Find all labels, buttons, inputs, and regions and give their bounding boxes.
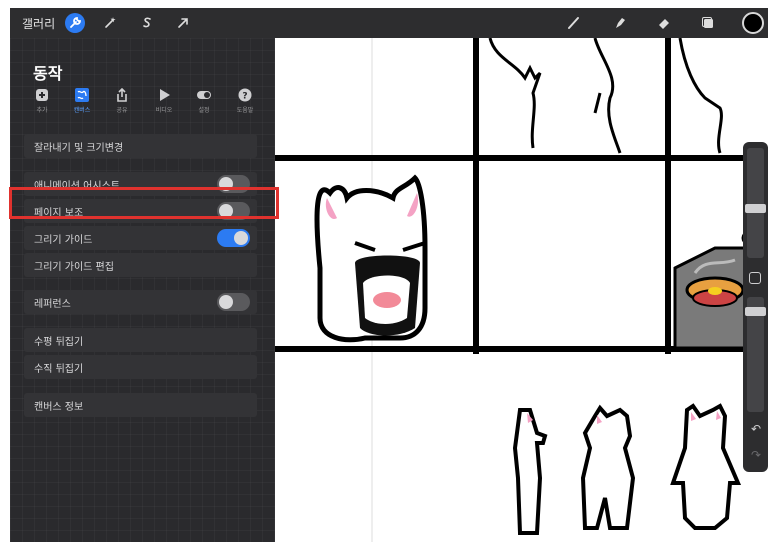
tab-add[interactable]: 추가 bbox=[28, 88, 56, 114]
share-icon bbox=[115, 88, 129, 102]
edit-drawing-guide-label: 그리기 가이드 편집 bbox=[34, 262, 114, 273]
tab-canvas[interactable]: 캔버스 bbox=[68, 88, 96, 114]
reference-item[interactable]: 레퍼런스 bbox=[24, 290, 257, 314]
top-toolbar: 갤러리 bbox=[10, 8, 768, 38]
panel-title: 동작 bbox=[33, 64, 63, 83]
tab-help[interactable]: ? 도움말 bbox=[231, 88, 259, 114]
gallery-button[interactable]: 갤러리 bbox=[22, 15, 55, 32]
wrench-icon[interactable] bbox=[65, 13, 85, 33]
reference-toggle[interactable] bbox=[217, 293, 250, 311]
brush-opacity-thumb[interactable] bbox=[745, 307, 766, 316]
flip-horizontal-item[interactable]: 수평 뒤집기 bbox=[24, 328, 257, 352]
toggle-knob bbox=[219, 295, 233, 309]
drawing-guide-toggle[interactable] bbox=[217, 229, 250, 247]
crop-resize-label: 잘라내기 및 크기변경 bbox=[34, 143, 124, 154]
tab-share-label: 공유 bbox=[116, 107, 128, 114]
selection-icon[interactable] bbox=[137, 13, 157, 33]
transform-icon[interactable] bbox=[173, 13, 193, 33]
magic-wand-icon[interactable] bbox=[100, 13, 120, 33]
tab-video[interactable]: 비디오 bbox=[150, 88, 178, 114]
drawing-canvas[interactable] bbox=[275, 38, 768, 542]
color-picker[interactable] bbox=[742, 12, 764, 34]
help-icon: ? bbox=[238, 88, 252, 102]
svg-text:?: ? bbox=[242, 92, 247, 102]
drawing-guide-label: 그리기 가이드 bbox=[34, 235, 93, 246]
brush-size-slider[interactable] bbox=[747, 148, 764, 258]
flip-vertical-label: 수직 뒤집기 bbox=[34, 364, 84, 375]
drawing-guide-highlight-box bbox=[9, 187, 279, 219]
eraser-icon[interactable] bbox=[654, 13, 674, 33]
canvas-info-label: 캔버스 정보 bbox=[34, 402, 84, 413]
add-icon bbox=[35, 88, 49, 102]
layers-icon[interactable] bbox=[698, 13, 718, 33]
brush-icon[interactable] bbox=[564, 13, 584, 33]
page-margin-left bbox=[0, 0, 10, 550]
smudge-icon[interactable] bbox=[610, 13, 630, 33]
canvas-icon bbox=[75, 88, 89, 102]
toggle-knob bbox=[234, 231, 248, 245]
undo-icon[interactable]: ↶ bbox=[749, 422, 763, 436]
tab-help-label: 도움말 bbox=[236, 107, 254, 114]
brush-size-thumb[interactable] bbox=[745, 204, 766, 213]
canvas-artwork bbox=[275, 38, 768, 542]
edit-drawing-guide-item[interactable]: 그리기 가이드 편집 bbox=[24, 253, 257, 277]
flip-horizontal-label: 수평 뒤집기 bbox=[34, 337, 84, 348]
canvas-info-item[interactable]: 캔버스 정보 bbox=[24, 393, 257, 417]
flip-vertical-item[interactable]: 수직 뒤집기 bbox=[24, 355, 257, 379]
tab-add-label: 추가 bbox=[36, 107, 48, 114]
settings-toggle-icon bbox=[197, 88, 211, 102]
crop-resize-item[interactable]: 잘라내기 및 크기변경 bbox=[24, 134, 257, 158]
action-tabs: 추가 캔버스 공유 비디오 설정 ? 도움말 bbox=[28, 88, 268, 120]
reference-label: 레퍼런스 bbox=[34, 299, 71, 310]
tab-settings[interactable]: 설정 bbox=[190, 88, 218, 114]
tab-share[interactable]: 공유 bbox=[108, 88, 136, 114]
redo-icon[interactable]: ↷ bbox=[749, 448, 763, 462]
drawing-guide-item[interactable]: 그리기 가이드 bbox=[24, 226, 257, 250]
alpaca-sketch-top bbox=[488, 38, 723, 154]
tab-video-label: 비디오 bbox=[155, 107, 173, 114]
alpaca-screaming-face bbox=[314, 174, 428, 343]
page-margin-bottom bbox=[0, 542, 778, 550]
standing-alpacas bbox=[512, 403, 742, 535]
tab-canvas-label: 캔버스 bbox=[73, 107, 91, 114]
tab-settings-label: 설정 bbox=[198, 107, 210, 114]
brush-sidebar: ↶ ↷ bbox=[743, 142, 768, 472]
modify-button[interactable] bbox=[749, 272, 761, 284]
video-icon bbox=[157, 88, 171, 102]
